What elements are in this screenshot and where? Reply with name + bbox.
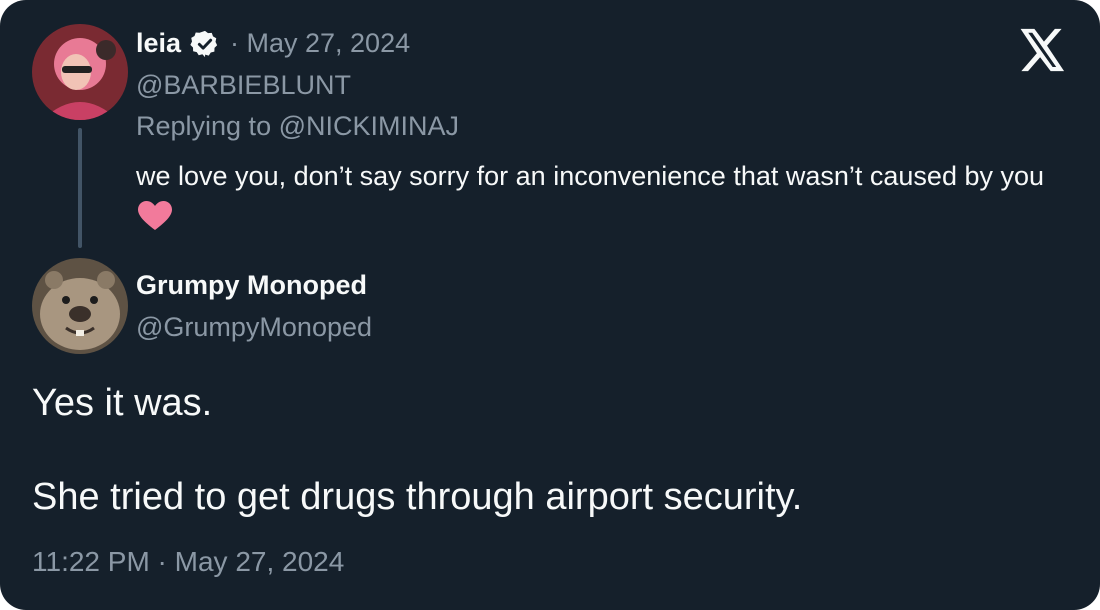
- pink-heart-icon: [138, 201, 172, 230]
- avatar-leia[interactable]: [32, 24, 128, 120]
- reply-text-content: we love you, don’t say sorry for an inco…: [136, 161, 1045, 191]
- reply-text: we love you, don’t say sorry for an inco…: [136, 156, 1066, 238]
- replying-to: Replying to @NICKIMINAJ: [136, 111, 459, 142]
- thread-connector-line: [78, 128, 82, 248]
- tweet-timestamp[interactable]: 11:22 PM · May 27, 2024: [32, 546, 344, 578]
- tweet-text-line-2: She tried to get drugs through airport s…: [32, 476, 803, 518]
- reply-handle[interactable]: @BARBIEBLUNT: [136, 70, 351, 101]
- x-logo-icon[interactable]: [1020, 28, 1066, 72]
- verified-badge-icon: [190, 30, 218, 58]
- tweet-text-line-1: Yes it was.: [32, 382, 213, 424]
- reply-display-name[interactable]: leia: [136, 28, 181, 59]
- avatar-grumpy-monoped[interactable]: [32, 258, 128, 354]
- author-display-name[interactable]: Grumpy Monoped: [136, 270, 367, 301]
- tweet-card: leia · May 27, 2024 @BARBIEBLUNT Replyin…: [0, 0, 1100, 610]
- replying-to-prefix: Replying to: [136, 111, 279, 141]
- replying-to-handle[interactable]: @NICKIMINAJ: [279, 111, 459, 141]
- author-handle[interactable]: @GrumpyMonoped: [136, 312, 372, 343]
- reply-date[interactable]: · May 27, 2024: [230, 28, 410, 59]
